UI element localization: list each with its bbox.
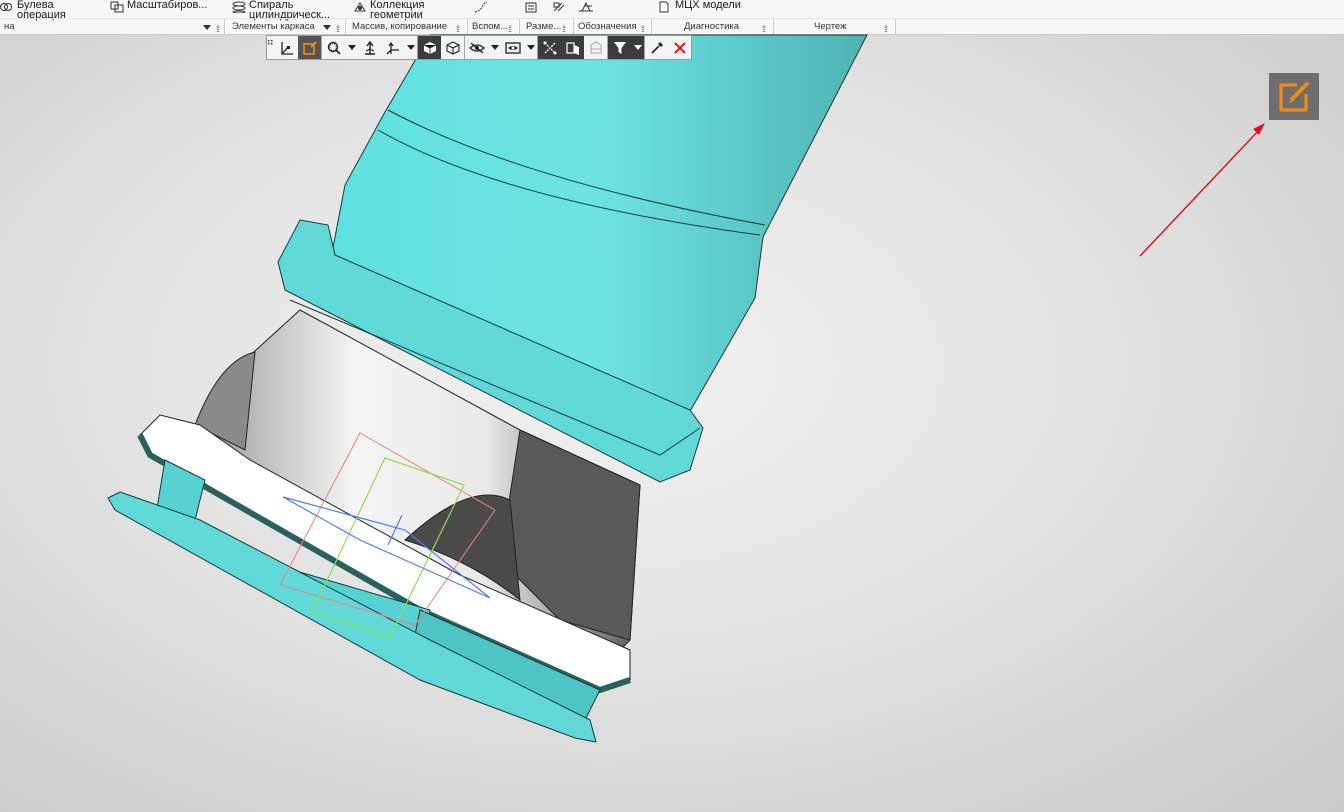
chevron-down-icon — [406, 45, 415, 50]
chevron-down-icon — [633, 45, 642, 50]
hide-dropdown[interactable] — [488, 36, 501, 59]
floating-sketch-button[interactable] — [1269, 73, 1319, 120]
sketch-edit-icon — [1275, 78, 1313, 116]
zoom-icon[interactable] — [322, 36, 345, 59]
filter-icon[interactable] — [608, 36, 631, 59]
sketch-edit-icon[interactable] — [298, 36, 321, 59]
grip-icon[interactable] — [267, 36, 275, 59]
perspective-icon[interactable] — [561, 36, 584, 59]
chevron-down-icon — [490, 45, 499, 50]
orientation-icon[interactable] — [358, 36, 381, 59]
constraints-icon[interactable] — [538, 36, 561, 59]
view-toolbar — [266, 35, 692, 60]
axes-icon[interactable] — [381, 36, 404, 59]
eyedropper-icon[interactable] — [645, 36, 668, 59]
wireframe-view-icon[interactable] — [441, 36, 464, 59]
zoom-dropdown[interactable] — [345, 36, 358, 59]
coordinate-system-icon[interactable] — [275, 36, 298, 59]
tube-upper — [321, 34, 868, 421]
axes-dropdown[interactable] — [404, 36, 417, 59]
chevron-down-icon — [526, 45, 535, 50]
model-viewport[interactable] — [0, 0, 1344, 812]
display-mode-icon[interactable] — [584, 36, 607, 59]
section-dropdown[interactable] — [524, 36, 537, 59]
hide-icon[interactable] — [465, 36, 488, 59]
close-icon[interactable] — [668, 36, 691, 59]
chevron-down-icon — [347, 45, 356, 50]
annotation-arrow — [1139, 123, 1265, 257]
shaded-view-icon[interactable] — [418, 36, 441, 59]
section-view-icon[interactable] — [501, 36, 524, 59]
filter-dropdown[interactable] — [631, 36, 644, 59]
